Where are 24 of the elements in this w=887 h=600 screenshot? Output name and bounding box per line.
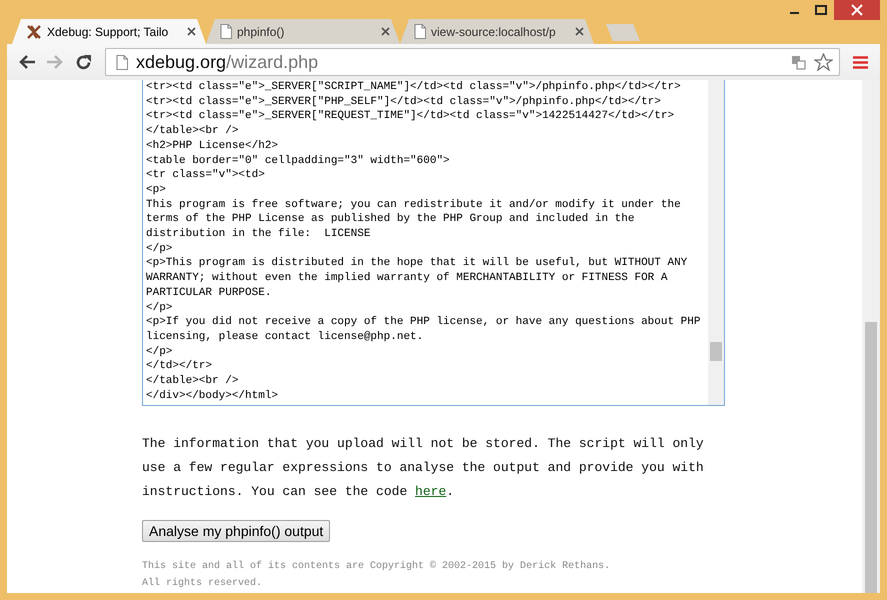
close-icon[interactable] [381, 27, 390, 36]
menu-icon[interactable] [852, 54, 868, 70]
star-icon[interactable] [814, 53, 833, 71]
reload-icon[interactable] [74, 54, 92, 70]
address-bar[interactable]: xdebug.org/wizard.php [105, 48, 840, 76]
page-icon [220, 24, 232, 39]
translate-icon[interactable] [791, 54, 806, 70]
back-icon[interactable] [18, 54, 36, 70]
close-icon[interactable] [575, 27, 584, 36]
page-scrollbar[interactable] [862, 80, 880, 593]
browser-tab[interactable]: view-source:localhost/p [400, 19, 594, 44]
analyse-button[interactable]: Analyse my phpinfo() output [142, 520, 330, 542]
close-icon[interactable] [834, 0, 880, 20]
browser-tab[interactable]: phpinfo() [206, 19, 400, 44]
textarea-scrollbar[interactable] [708, 80, 724, 405]
browser-tab[interactable]: Xdebug: Support; Tailo [12, 19, 206, 44]
info-paragraph: The information that you upload will not be stored. The script will only use a few regular expressions to analyse the output and provide you with instructions. You can see the code here. [142, 435, 705, 501]
xdebug-logo-icon [26, 24, 42, 40]
copyright-notice: This site and all of its contents are Copyright © 2002-2015 by Derick Rethans. All rights reserved. [142, 560, 612, 591]
code-link[interactable]: here [415, 484, 446, 499]
page-icon [414, 24, 426, 39]
source-code: <tr><td class="e">_SERVER["SCRIPT_NAME"]</td><td class="v">/phpinfo.php</td></tr> <tr><td class="e">_SERVER["PHP_SELF"]</td><td class="v">/phpinfo.php</td></tr> <tr><td class="e">_SERVER["REQUEST_TIME"]</td><td class="v">1422514427</td></tr> </table><br /> <h2>PHP License</h2> <table border="0" cellpadding="3" width="600"> <tr class="v"><td> <p> This program is free software; you can redistribute it and/or modify it under the terms of the PHP License as published by the PHP Group and included in the distribution in the file: LICENSE </p> <p>This program is distributed in the hope that it will be useful, but WITHOUT ANY WARRANTY; without even the implied warranty of MERCHANTABILITY or FITNESS FOR A PARTICULAR PURPOSE. </p> <p>If you did not receive a copy of the PHP license, or have any questions about PHP licensing, please contact license@php.net. </p> </td></tr> </table><br /> </div></body></html> [145, 80, 702, 404]
close-icon[interactable] [187, 27, 196, 36]
page-icon [116, 54, 128, 70]
